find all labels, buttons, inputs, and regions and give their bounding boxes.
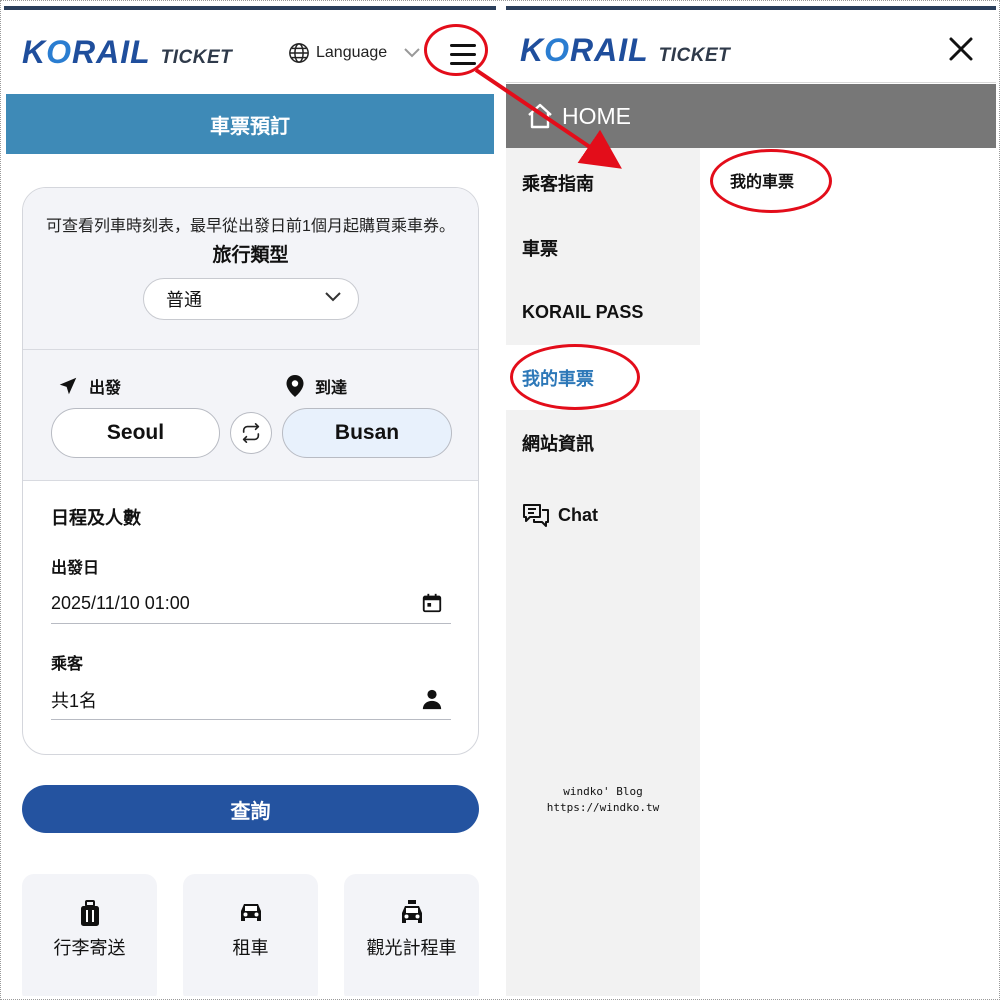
top-status-strip bbox=[4, 6, 496, 10]
station-section: 出發 到達 Seoul Busan bbox=[23, 350, 478, 481]
passenger-value: 共1名 bbox=[51, 690, 98, 711]
korail-logo[interactable]: KORAIL TICKET bbox=[22, 34, 232, 71]
globe-icon bbox=[289, 43, 309, 63]
logo-wordmark: KORAIL bbox=[22, 34, 151, 70]
logo-wordmark: KORAIL bbox=[520, 32, 649, 68]
close-icon[interactable] bbox=[946, 34, 976, 64]
departure-station-button[interactable]: Seoul bbox=[51, 408, 220, 458]
departure-label: 出發 bbox=[89, 380, 122, 397]
trip-type-title: 旅行類型 bbox=[212, 245, 289, 266]
departure-label-group: 出發 bbox=[57, 374, 121, 398]
booking-screen: KORAIL TICKET Language 車票預訂 可查看列車時刻表，最早從… bbox=[4, 6, 496, 996]
menu-item-my-tickets[interactable]: 我的車票 bbox=[506, 345, 700, 410]
swap-icon bbox=[242, 423, 260, 443]
location-pin-icon bbox=[286, 375, 304, 397]
hamburger-menu-button[interactable] bbox=[444, 40, 480, 70]
taxi-icon bbox=[401, 900, 422, 923]
chat-label: Chat bbox=[558, 505, 598, 525]
menu-item-korail-pass[interactable]: KORAIL PASS bbox=[506, 280, 700, 345]
logo-ticket-text: TICKET bbox=[658, 45, 731, 66]
home-icon bbox=[528, 103, 552, 129]
date-value: 2025/11/10 01:00 bbox=[51, 593, 190, 613]
car-icon bbox=[240, 904, 261, 921]
chevron-down-icon bbox=[404, 48, 420, 58]
submenu-item-my-tickets[interactable]: 我的車票 bbox=[730, 168, 794, 192]
trip-type-value: 普通 bbox=[166, 290, 202, 310]
calendar-icon bbox=[422, 593, 442, 613]
menu-item-tickets[interactable]: 車票 bbox=[506, 215, 700, 280]
service-car-rental[interactable]: 租車 bbox=[183, 874, 318, 996]
korail-logo[interactable]: KORAIL TICKET bbox=[520, 32, 730, 69]
menu-screen: KORAIL TICKET HOME 乘客指南 車票 KORAIL PASS 我… bbox=[506, 6, 996, 996]
menu-item-passenger-guide[interactable]: 乘客指南 bbox=[506, 150, 700, 215]
top-status-strip bbox=[506, 6, 996, 10]
arrival-label-group: 到達 bbox=[285, 374, 347, 398]
language-label: Language bbox=[316, 44, 388, 61]
booking-card: 可查看列車時刻表，最早從出發日前1個月起購買乘車券。 旅行類型 普通 出發 到達… bbox=[22, 187, 479, 755]
service-label: 觀光計程車 bbox=[366, 938, 457, 958]
chat-icon bbox=[523, 503, 549, 527]
header-divider bbox=[506, 82, 996, 83]
service-label: 行李寄送 bbox=[53, 938, 126, 958]
service-tour-taxi[interactable]: 觀光計程車 bbox=[344, 874, 479, 996]
trip-type-select[interactable]: 普通 bbox=[143, 278, 359, 320]
trip-type-section: 可查看列車時刻表，最早從出發日前1個月起購買乘車券。 旅行類型 普通 bbox=[23, 188, 478, 350]
swap-stations-button[interactable] bbox=[230, 412, 272, 454]
booking-title-bar: 車票預訂 bbox=[6, 94, 494, 154]
date-label: 出發日 bbox=[51, 560, 100, 577]
passenger-label: 乘客 bbox=[51, 656, 84, 673]
chevron-down-icon bbox=[325, 292, 341, 302]
service-luggage[interactable]: 行李寄送 bbox=[22, 874, 157, 996]
language-selector[interactable]: Language bbox=[288, 42, 421, 64]
arrival-station-button[interactable]: Busan bbox=[282, 408, 452, 458]
luggage-icon bbox=[80, 900, 99, 926]
menu-item-chat[interactable]: Chat bbox=[506, 483, 700, 548]
service-label: 租車 bbox=[232, 938, 269, 958]
home-link[interactable]: HOME bbox=[506, 84, 996, 148]
search-button[interactable]: 查詢 bbox=[22, 785, 479, 833]
home-label: HOME bbox=[562, 102, 631, 129]
schedule-title: 日程及人數 bbox=[51, 508, 141, 528]
date-field[interactable]: 2025/11/10 01:00 bbox=[51, 584, 451, 624]
arrival-label: 到達 bbox=[315, 380, 348, 397]
passenger-field[interactable]: 共1名 bbox=[51, 680, 451, 720]
logo-ticket-text: TICKET bbox=[160, 47, 233, 68]
blog-watermark: windko' Blog https://windko.tw bbox=[546, 785, 660, 814]
person-icon bbox=[422, 689, 442, 710]
main-menu: 乘客指南 車票 KORAIL PASS 我的車票 網站資訊 Chat windk… bbox=[506, 148, 700, 996]
booking-notice: 可查看列車時刻表，最早從出發日前1個月起購買乘車券。 bbox=[46, 218, 455, 235]
navigation-arrow-icon bbox=[59, 377, 77, 395]
menu-item-site-info[interactable]: 網站資訊 bbox=[506, 410, 700, 475]
